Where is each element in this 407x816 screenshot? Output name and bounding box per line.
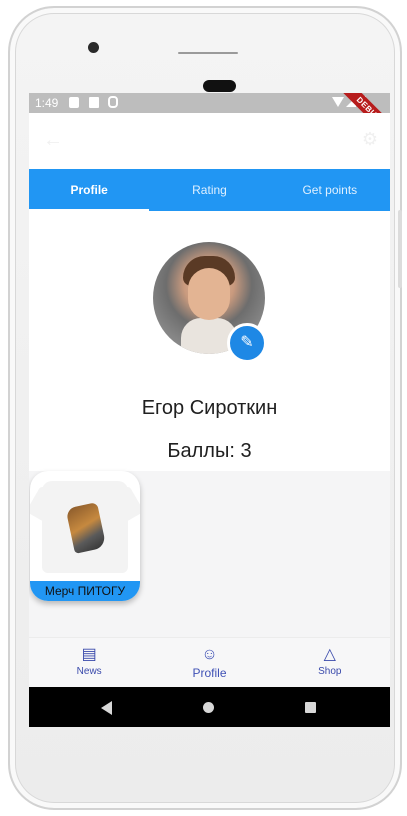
power-button [398,210,402,288]
tab-rating[interactable]: Rating [149,169,269,211]
product-card[interactable]: Мерч ПИТОГУ [30,471,140,601]
profile-section: ✎ Егор Сироткин Баллы: 3 [29,211,390,471]
product-image [30,481,140,573]
back-triangle-icon[interactable] [101,701,112,715]
edit-avatar-button[interactable]: ✎ [227,323,267,363]
nav-news-label: News [76,666,102,677]
person-circle-icon: ☺ [201,646,218,663]
status-bar: 1:49 DEBUG [29,93,390,146]
system-navigation-bar [29,687,390,727]
user-name: Егор Сироткин [141,397,278,419]
recents-square-icon[interactable] [305,702,316,713]
sd-card-icon [89,97,99,108]
tab-profile[interactable]: Profile [29,169,150,211]
earpiece [203,80,236,92]
status-time: 1:49 [35,96,59,110]
notification-icon [69,97,79,108]
nav-news[interactable]: ▤ News [29,638,149,688]
speaker-grille [178,52,238,54]
bottom-navigation: ▤ News ☺ Profile △ Shop [29,637,390,688]
basket-icon: △ [323,646,336,663]
home-circle-icon[interactable] [203,702,214,713]
nav-profile-label: Profile [192,666,227,680]
nav-shop[interactable]: △ Shop [270,638,390,688]
pencil-icon: ✎ [240,334,254,351]
tab-get-points[interactable]: Get points [270,169,390,211]
nav-profile[interactable]: ☺ Profile [149,638,269,688]
front-camera [88,42,99,53]
points-balance: Баллы: 3 [167,440,252,462]
app-bar: ← ⚙ [29,113,390,169]
nav-shop-label: Shop [318,666,342,677]
arrow-left-icon[interactable]: ← [43,129,63,152]
tab-bar: Profile Rating Get points [29,169,390,211]
product-label: Мерч ПИТОГУ [30,581,140,601]
gear-icon[interactable]: ⚙ [362,129,378,150]
newspaper-icon: ▤ [81,646,97,663]
sync-icon [108,96,118,108]
products-area: Мерч ПИТОГУ [29,471,390,637]
app-screen: 1:49 DEBUG ← ⚙ Profile Rating Get points… [29,93,390,727]
wifi-icon [332,97,344,107]
